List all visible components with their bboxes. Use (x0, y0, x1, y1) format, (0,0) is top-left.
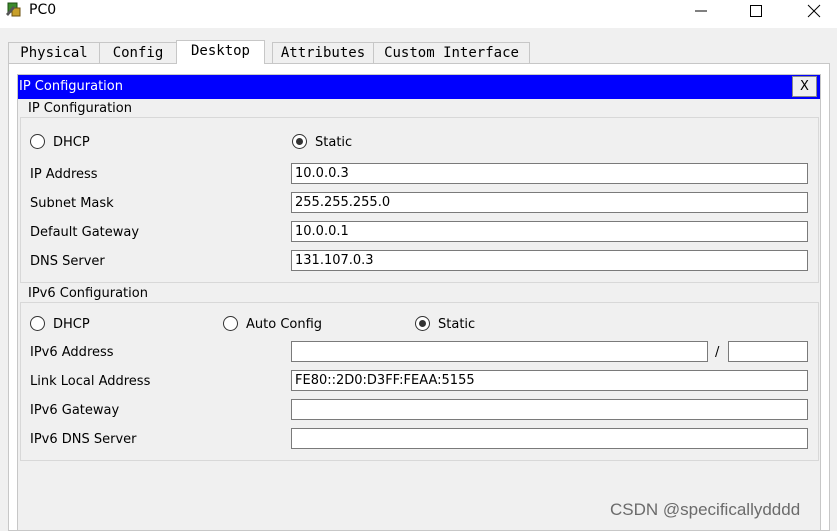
ipv6-auto-config-label: Auto Config (246, 317, 323, 332)
tab-custom-interface[interactable]: Custom Interface (373, 42, 530, 63)
link-local-address-label: Link Local Address (30, 374, 151, 389)
ip-config-close-button[interactable]: X (792, 76, 817, 97)
link-local-address-field[interactable]: FE80::2D0:D3FF:FEAA:5155 (291, 370, 808, 391)
ipv6-prefix-length-field[interactable] (728, 341, 808, 362)
ipv6-gateway-field[interactable] (291, 399, 808, 420)
tab-attributes[interactable]: Attributes (272, 42, 374, 63)
ipv6-address-label: IPv6 Address (30, 345, 114, 360)
ipv6-dns-server-field[interactable] (291, 428, 808, 449)
close-window-button[interactable] (791, 0, 837, 22)
minimize-button[interactable] (678, 0, 724, 22)
maximize-button[interactable] (733, 0, 779, 22)
ipv4-dhcp-radio[interactable] (30, 134, 45, 149)
ip-address-label: IP Address (30, 167, 98, 182)
ip-configuration-header: IP Configuration (18, 75, 820, 99)
default-gateway-label: Default Gateway (30, 225, 140, 240)
ipv6-dhcp-radio[interactable] (30, 316, 45, 331)
ipv4-static-radio[interactable] (292, 134, 307, 149)
ipv6-static-radio[interactable] (415, 316, 430, 331)
dns-server-label: DNS Server (30, 254, 105, 269)
subnet-mask-field[interactable]: 255.255.255.0 (291, 192, 808, 213)
ipv6-dns-server-label: IPv6 DNS Server (30, 432, 137, 447)
tab-physical[interactable]: Physical (8, 42, 100, 63)
ipv4-dhcp-label: DHCP (53, 135, 90, 150)
watermark-text: CSDN @specificallydddd (610, 500, 801, 519)
ipv6-address-field[interactable] (291, 341, 708, 362)
close-icon (807, 4, 821, 18)
ipv6-gateway-label: IPv6 Gateway (30, 403, 120, 418)
dns-server-field[interactable]: 131.107.0.3 (291, 250, 808, 271)
tab-config[interactable]: Config (99, 42, 177, 63)
ipv6-dhcp-label: DHCP (53, 317, 90, 332)
ipv6-group-title: IPv6 Configuration (26, 286, 150, 301)
ipv4-group-title: IP Configuration (26, 101, 134, 116)
maximize-icon (750, 5, 762, 17)
subnet-mask-label: Subnet Mask (30, 196, 114, 211)
tab-desktop[interactable]: Desktop (176, 40, 265, 64)
packet-tracer-pc-icon (4, 2, 24, 20)
window-title: PC0 (29, 2, 57, 18)
prefix-separator: / (715, 345, 720, 360)
ipv6-static-label: Static (438, 317, 476, 332)
window-titlebar: PC0 (0, 0, 837, 22)
default-gateway-field[interactable]: 10.0.0.1 (291, 221, 808, 242)
ip-address-field[interactable]: 10.0.0.3 (291, 163, 808, 184)
minimize-icon (695, 10, 707, 12)
ipv6-auto-config-radio[interactable] (223, 316, 238, 331)
ip-configuration-title: IP Configuration (19, 79, 123, 94)
ipv4-static-label: Static (315, 135, 353, 150)
